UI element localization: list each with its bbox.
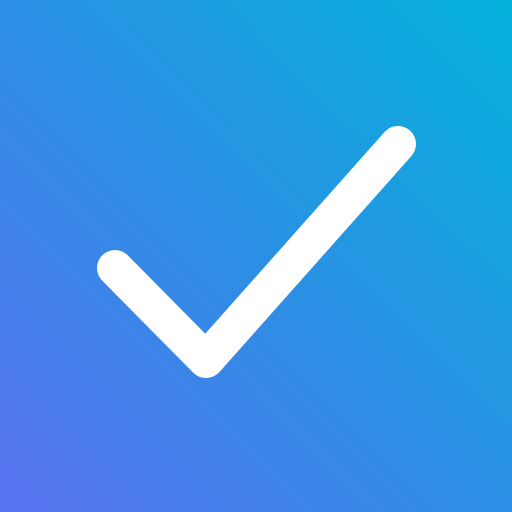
gradient-background [0, 0, 512, 512]
app-icon-svg [0, 0, 512, 512]
app-icon-tile [0, 0, 512, 512]
